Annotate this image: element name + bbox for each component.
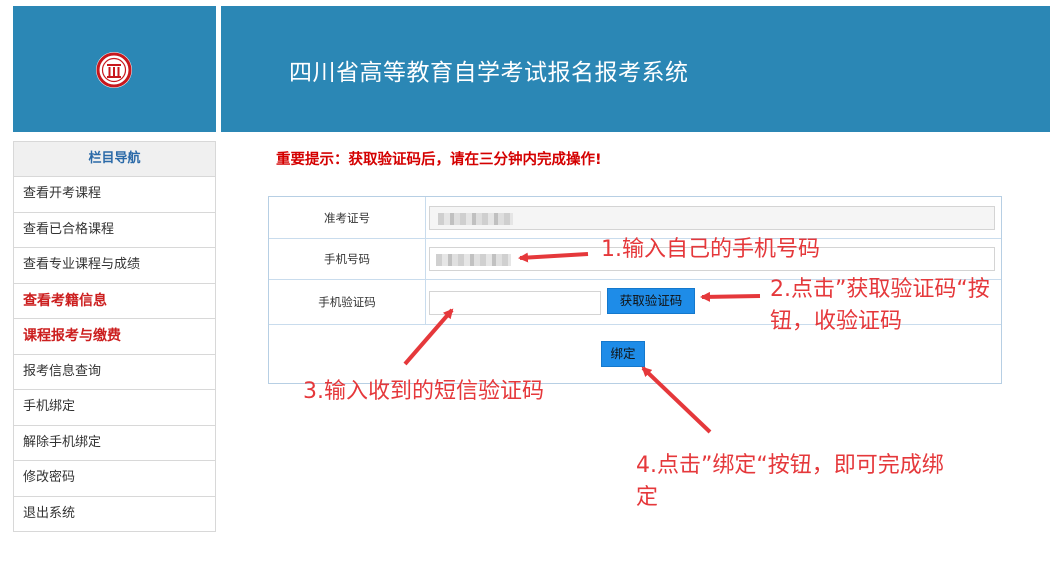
arrow-step1 [518,252,589,263]
annotation-step4-line1: 4.点击”绑定“按钮，即可完成绑 [636,453,944,478]
arrow-step3 [403,308,454,366]
annotation-step4-line2: 定 [636,485,659,510]
annotation-step2-line1: 2.点击”获取验证码“按 [770,277,990,302]
annotation-step1: 1.输入自己的手机号码 [601,237,820,262]
annotation-step2-line2: 钮，收验证码 [770,309,903,334]
arrow-step4 [641,366,712,434]
annotation-step3: 3.输入收到的短信验证码 [303,379,544,404]
arrow-step2 [700,291,761,302]
